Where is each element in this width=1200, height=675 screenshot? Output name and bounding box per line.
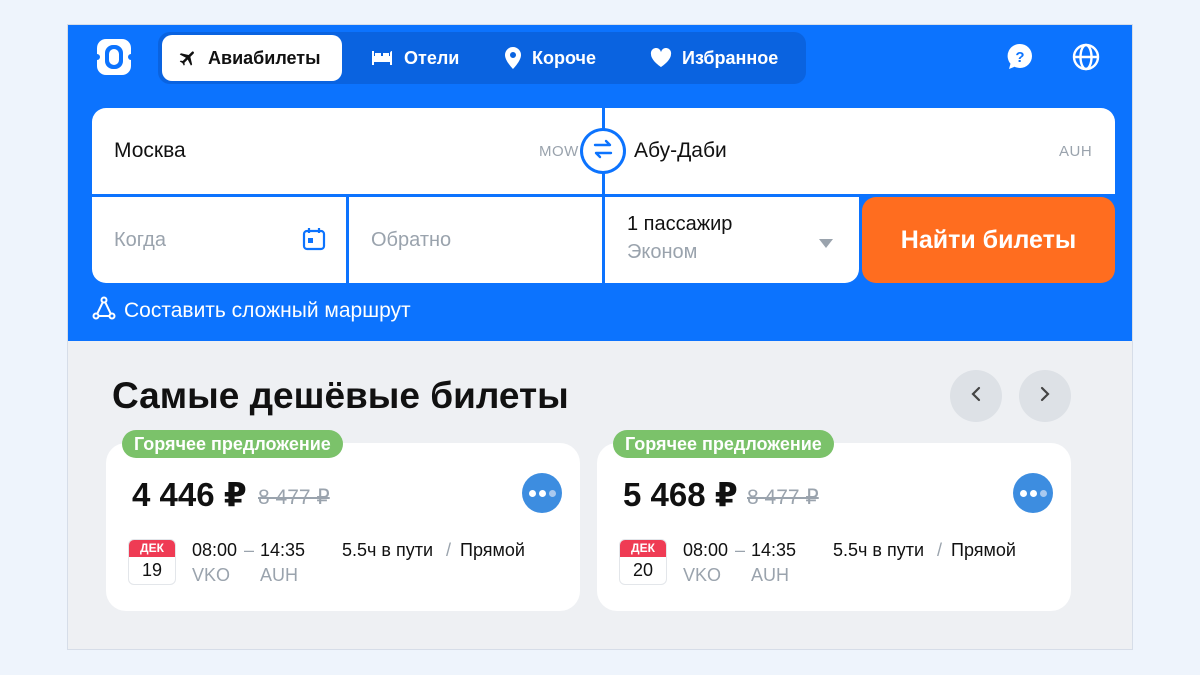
find-tickets-button[interactable]: Найти билеты [862,197,1115,283]
from-airport: VKO [192,565,231,585]
ticket-price: 4 446 ₽ [132,476,247,513]
ticket-card[interactable]: Горячее предложение 4 446 ₽ 8 477 ₽ ДЕК … [106,430,580,611]
tab-favorites-label: Избранное [682,47,779,68]
globe-icon[interactable] [1071,42,1101,72]
plane-icon [178,48,198,68]
origin-field[interactable]: Москва MOW [92,108,602,194]
dot-icon [548,489,556,497]
flight-stops: Прямой [951,540,1016,560]
dot-icon [528,489,536,497]
depart-date-placeholder: Когда [114,229,166,251]
date-calendar-badge: ДЕК 20 [619,539,667,585]
info-separator: / [446,540,452,560]
swap-arrows-icon [592,139,614,164]
tab-short[interactable]: Короче [488,35,618,81]
to-airport: AUH [751,565,790,585]
date-month: ДЕК [129,540,175,557]
destination-field[interactable]: Абу-Даби AUH [605,108,1115,194]
carousel-next-button[interactable] [1019,370,1071,422]
help-icon[interactable]: ? [1005,42,1035,72]
date-calendar-badge: ДЕК 19 [128,539,176,585]
hot-offer-badge: Горячее предложение [122,430,343,458]
date-day: 19 [141,560,163,580]
destination-code: AUH [1059,143,1093,160]
time-separator: – [244,540,255,560]
return-date-field[interactable]: Обратно [349,197,602,283]
route-icon [92,296,116,326]
ticket-price: 5 468 ₽ [623,476,738,513]
more-options-button[interactable] [522,473,562,513]
flight-duration: 5.5ч в пути [833,540,925,560]
depart-date-field[interactable]: Когда [92,197,346,283]
passengers-count: 1 пассажир [627,213,733,235]
depart-time: 08:00 [192,540,238,560]
carousel-prev-button[interactable] [950,370,1002,422]
origin-code: MOW [539,143,579,160]
tab-hotels-label: Отели [404,47,460,68]
svg-text:?: ? [1015,49,1024,66]
location-pin-icon [504,47,522,69]
depart-time: 08:00 [683,540,729,560]
flight-stops: Прямой [460,540,525,560]
chevron-down-icon [819,235,833,253]
product-nav: Авиабилеты Отели Короче Избранное [158,32,806,84]
swap-button[interactable] [583,131,623,171]
arrive-time: 14:35 [260,540,306,560]
dot-icon [1029,489,1037,497]
origin-city: Москва [114,139,186,162]
tab-flights-label: Авиабилеты [208,47,321,68]
heart-icon [650,48,672,68]
section-title: Самые дешёвые билеты [112,375,569,416]
calendar-icon [302,227,326,256]
tab-favorites[interactable]: Избранное [634,35,804,81]
dot-icon [538,489,546,497]
logo[interactable] [94,37,134,77]
dot-icon [1039,489,1047,497]
cabin-class: Эконом [627,241,698,263]
chevron-left-icon [971,386,981,407]
destination-city: Абу-Даби [634,139,727,162]
app-window: Авиабилеты Отели Короче Избранное ? Моск… [68,25,1132,649]
chevron-right-icon [1040,386,1050,407]
to-airport: AUH [260,565,299,585]
dot-icon [1019,489,1027,497]
ticket-card[interactable]: Горячее предложение 5 468 ₽ 8 477 ₽ ДЕК … [597,430,1071,611]
tab-short-label: Короче [532,47,596,68]
tab-hotels[interactable]: Отели [354,35,474,81]
return-date-placeholder: Обратно [371,229,452,251]
complex-route-label: Составить сложный маршрут [124,299,411,322]
bed-icon [370,49,394,67]
search-hero: Авиабилеты Отели Короче Избранное ? Моск… [68,25,1132,341]
complex-route-link[interactable]: Составить сложный маршрут [92,296,411,326]
ticket-old-price: 8 477 ₽ [747,486,819,509]
ticket-old-price: 8 477 ₽ [258,486,330,509]
more-options-button[interactable] [1013,473,1053,513]
tab-flights[interactable]: Авиабилеты [162,35,342,81]
time-separator: – [735,540,746,560]
from-airport: VKO [683,565,722,585]
flight-duration: 5.5ч в пути [342,540,434,560]
arrive-time: 14:35 [751,540,797,560]
hot-offer-badge: Горячее предложение [613,430,834,458]
info-separator: / [937,540,943,560]
date-day: 20 [632,560,654,580]
date-month: ДЕК [620,540,666,557]
passengers-select[interactable]: 1 пассажир Эконом [605,197,859,283]
